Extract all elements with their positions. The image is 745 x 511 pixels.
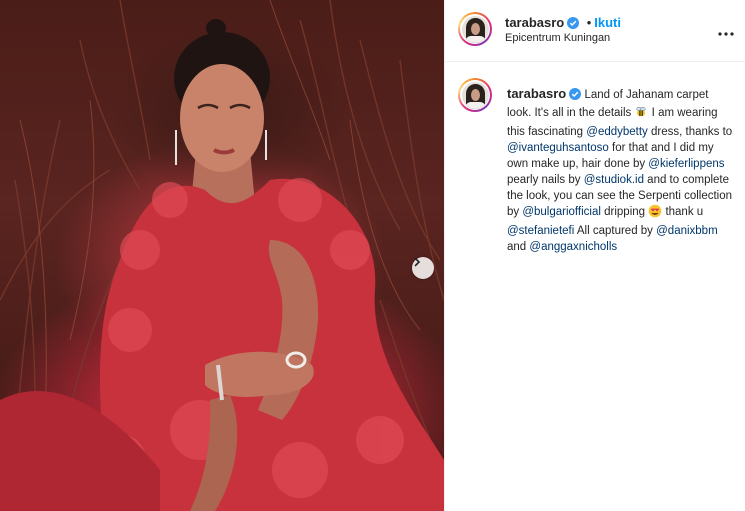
mention-link[interactable]: @danixbbm (656, 225, 718, 237)
caption-username[interactable]: tarabasro (507, 86, 566, 101)
mention-link[interactable]: @anggaxnicholls (529, 241, 617, 253)
mention-link[interactable]: @ivanteguhsantoso (507, 142, 609, 154)
separator-dot: • (586, 15, 592, 30)
caption-text: dress, thanks to (647, 126, 733, 138)
caption-avatar[interactable] (458, 78, 492, 112)
author-username[interactable]: tarabasro (505, 15, 564, 30)
caption-text: thank u (662, 206, 704, 218)
ellipsis-icon (718, 32, 734, 36)
caption-text: and (507, 241, 530, 253)
carousel-next-button[interactable] (412, 257, 434, 279)
mention-link[interactable]: @kieferlippens (648, 158, 724, 170)
post-details-panel: tarabasro • Ikuti Epicentrum Kuningan tar… (444, 0, 745, 511)
mention-link[interactable]: @studiok.id (584, 174, 644, 186)
mention-link[interactable]: @bulgariofficial (522, 206, 601, 218)
more-options-button[interactable] (718, 23, 734, 41)
mention-link[interactable]: @eddybetty (586, 126, 648, 138)
mention-link[interactable]: @stefanietefi (507, 225, 574, 237)
location-link[interactable]: Epicentrum Kuningan (505, 32, 610, 44)
author-avatar[interactable] (458, 12, 492, 46)
caption-text: dripping (600, 206, 649, 218)
caption-text: pearly nails by (507, 174, 584, 186)
post-photo[interactable] (0, 0, 444, 511)
post-header: tarabasro • Ikuti Epicentrum Kuningan (445, 0, 745, 62)
chevron-right-icon (414, 257, 421, 267)
heart-eyes-emoji-icon (648, 204, 662, 223)
caption-text: All captured by (574, 225, 657, 237)
photo-illustration (0, 0, 444, 511)
bee-emoji-icon (634, 105, 648, 124)
verified-badge-icon (569, 88, 582, 105)
author-line: tarabasro • Ikuti (505, 14, 621, 34)
post-caption: tarabasro Land of Jahanam carpet look. I… (507, 86, 733, 255)
follow-button[interactable]: Ikuti (594, 15, 621, 30)
